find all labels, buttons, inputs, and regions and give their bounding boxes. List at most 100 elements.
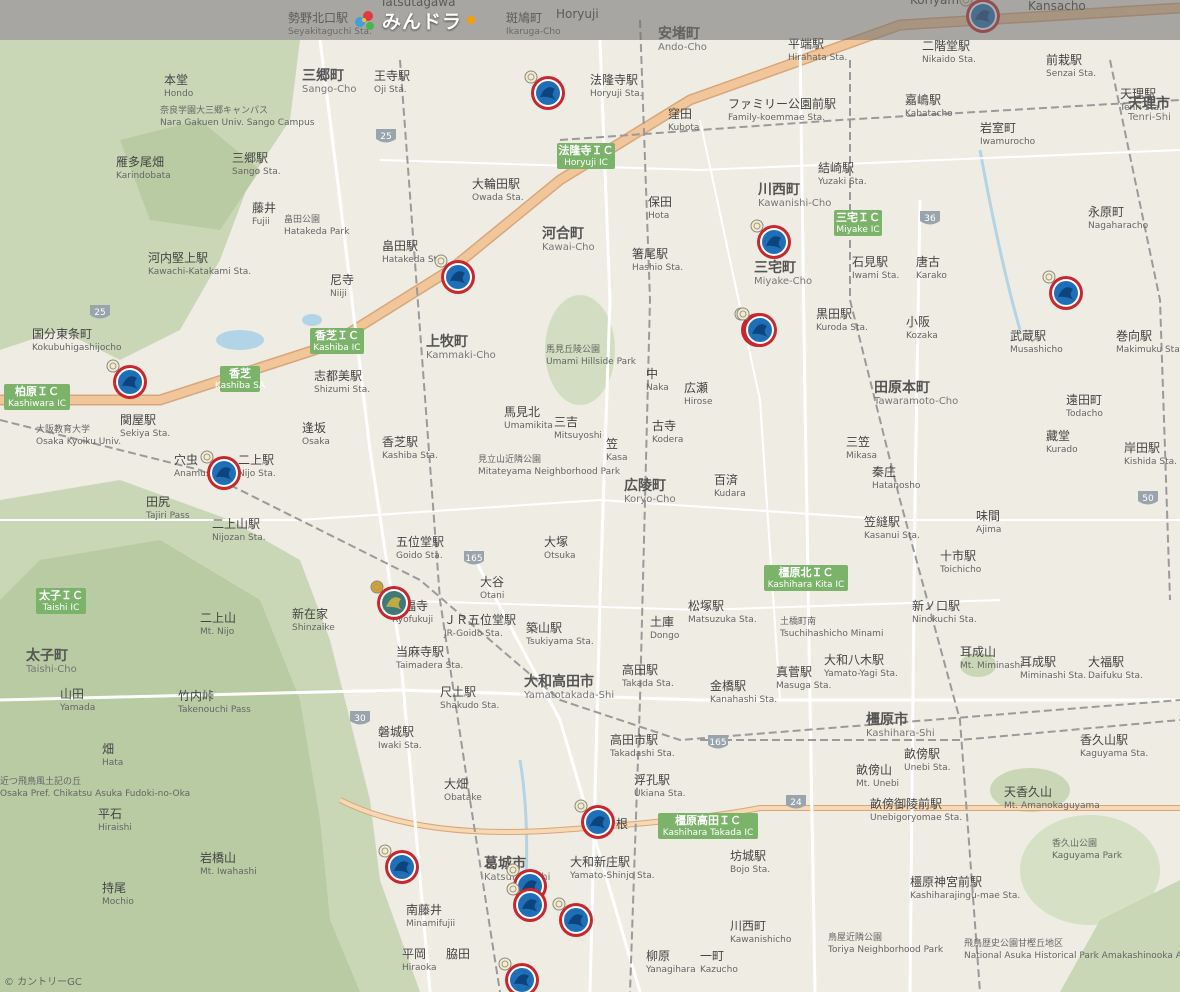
station-label-name: 石見駅	[852, 255, 888, 269]
interchange-name-en: Kashihara Takada IC	[663, 828, 754, 838]
station-label-name: 箸尾駅	[632, 246, 668, 261]
place-label-name-en: Hatanosho	[872, 481, 921, 491]
place-label-name: 大塚	[544, 535, 568, 549]
station-label-name: 関屋駅	[120, 413, 156, 427]
route-shield-icon: 50	[1138, 491, 1158, 505]
station-label-name: 大和八木駅	[824, 653, 884, 667]
place-label-name-en: Otani	[480, 591, 504, 601]
station-label-name-en: Yamato-Yagi Sta.	[823, 669, 898, 679]
station-label-name-en: Kawachi-Katakami Sta.	[148, 267, 251, 277]
station-label-name: 橿原神宮前駅	[910, 874, 982, 889]
station-label-name: 志都美駅	[314, 369, 362, 383]
place-label-name: 百済	[714, 472, 738, 487]
place-label-name: 小阪	[906, 315, 930, 329]
station-label-name: 尺土駅	[440, 685, 476, 699]
station-label-name: 黒田駅	[816, 307, 852, 321]
place-label-name-en: Todacho	[1065, 409, 1103, 419]
station-label-name: ファミリー公園前駅	[728, 96, 836, 111]
place-label-name: 馬見北	[504, 405, 540, 419]
station-label-name: 河内堅上駅	[148, 251, 208, 265]
app-logo[interactable]: みんドラ	[352, 6, 476, 34]
place-label-name: 三吉	[554, 415, 578, 429]
place-label-name: 田尻	[146, 495, 170, 509]
place-label-name: 土庫	[650, 615, 674, 629]
route-shield-icon: 30	[350, 711, 370, 725]
route-number: 24	[790, 798, 802, 808]
station-label-name: 法隆寺駅	[590, 72, 638, 87]
interchange-name: 橿原北ＩＣ	[779, 565, 834, 579]
place-label-name-en: Niiji	[330, 289, 347, 299]
interchange-badge: 香芝Kashiba SA	[215, 366, 266, 392]
place-label-name: 穴虫	[174, 452, 198, 467]
station-label-name: 王寺駅	[374, 69, 410, 83]
town-label-name-en: Taishi-Cho	[25, 664, 77, 675]
top-bar: みんドラ	[0, 0, 1180, 40]
station-label: 五位堂駅 Goido Sta.	[396, 534, 444, 561]
station-label-name: 当麻寺駅	[396, 644, 444, 659]
place-label-name-en: Mitsuyoshi	[554, 431, 602, 441]
town-label-name: 田原本町	[874, 379, 930, 396]
town-label-name: 葛城市	[483, 855, 526, 872]
town-label-name-en: Ando-Cho	[658, 42, 707, 53]
park-label-name: 鳥屋近隣公園	[828, 931, 882, 943]
place-label-name-en: Hiraishi	[98, 823, 132, 833]
town-label-name-en: Tenri-Shi	[1127, 112, 1171, 123]
town-label-name: 河合町	[542, 225, 584, 242]
town-label-name: 川西町	[757, 182, 800, 198]
station-label-name-en: Unebi Sta.	[904, 763, 951, 773]
town-label-name-en: Kawanishi-Cho	[758, 198, 831, 209]
station-label-name-en: JR-Goido Sta.	[443, 629, 503, 639]
place-label-name-en: Mt. Iwahashi	[200, 867, 257, 877]
place-label-name: 一町	[700, 949, 724, 963]
place-label-name: 竹内峠	[178, 688, 214, 703]
place-label-name-en: Obatake	[444, 793, 482, 803]
station-label-name-en: Iwami Sta.	[852, 271, 899, 281]
route-number: 36	[924, 214, 936, 224]
town-label-name: 広陵町	[624, 477, 666, 494]
place-label-name-en: Yamada	[59, 703, 95, 713]
place-label-name-en: Kazucho	[700, 965, 738, 975]
park-label-name: 見立山近隣公園	[478, 453, 541, 465]
place-label-name-en: Iwamurocho	[980, 137, 1036, 147]
interchange-name: 香芝	[228, 366, 251, 380]
place-label-name-en: Kubota	[668, 123, 699, 133]
place-label-name-en: Kawanishicho	[730, 935, 792, 945]
town-label-name: 大和高田市	[524, 673, 594, 690]
park-label-name: 土橋町南	[780, 615, 816, 627]
place-label-name: 笠	[606, 436, 618, 451]
town-label-name-en: Tawaramoto-Cho	[873, 396, 958, 407]
interchange-name-en: Miyake IC	[836, 225, 879, 235]
logo-bubble-icon	[467, 16, 476, 24]
station-label-name-en: Masuga Sta.	[776, 681, 831, 691]
place-label-name-en: Kasa	[606, 453, 627, 463]
station-label-name-en: Ninokuchi Sta.	[912, 615, 977, 625]
station-label-name-en: Nikaido Sta.	[922, 55, 976, 65]
station-label-name: 磐城駅	[378, 725, 414, 739]
interchange-name-en: Horyuji IC	[564, 158, 608, 168]
place-label-name: 耳成山	[960, 645, 996, 659]
place-label-name-en: Minamifujii	[406, 919, 455, 929]
interchange-name: 柏原ＩＣ	[15, 384, 59, 398]
route-number: 25	[380, 132, 391, 142]
station-label-name-en: Unebigoryomae Sta.	[870, 813, 962, 823]
place-label-name: 秦庄	[872, 464, 896, 479]
station-label-name-en: Nijo Sta.	[238, 469, 276, 479]
place-label-name: 藏堂	[1046, 429, 1070, 443]
station-label-name-en: Shakudo Sta.	[440, 701, 499, 711]
map-canvas[interactable]: 勢野北口駅Seyakitaguchi Sta.斑鳩町Ikaruga-ChoTat…	[0, 0, 1180, 992]
interchange-name-en: Kashiwara IC	[8, 399, 66, 409]
route-number: 50	[1142, 494, 1154, 504]
place-label-name: 三笠	[846, 434, 870, 449]
place-label: 遠田町 Todacho	[1065, 393, 1103, 419]
interchange-badge: 橿原高田ＩＣKashihara Takada IC	[658, 813, 758, 839]
station-label-name: 三郷駅	[232, 151, 268, 165]
station-label-name-en: Sango Sta.	[232, 167, 281, 177]
park-label-name-en: Umami Hillside Park	[546, 357, 637, 367]
station-label-name-en: Taimadera Sta.	[395, 661, 463, 671]
station-label-name: 大輪田駅	[472, 176, 520, 191]
station-label: 大輪田駅 Owada Sta.	[472, 176, 524, 203]
station-label-name-en: Matsuzuka Sta.	[688, 615, 757, 625]
place-label-name: 永原町	[1088, 205, 1124, 219]
place-label: 逢坂 Osaka	[302, 421, 330, 447]
park-label-name: 馬見丘陵公園	[546, 344, 600, 355]
